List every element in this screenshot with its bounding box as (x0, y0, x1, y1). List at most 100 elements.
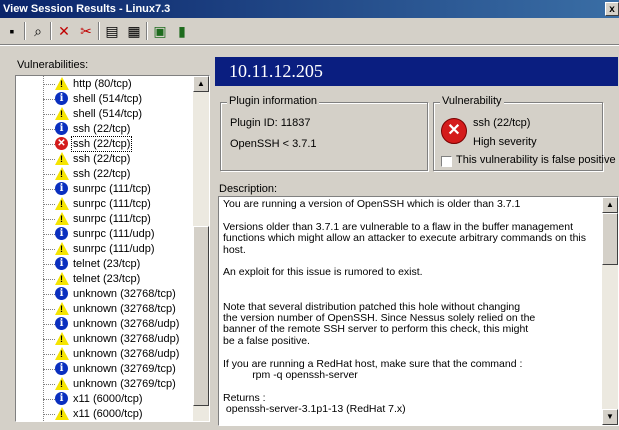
tree-item[interactable]: i sunrpc (111/udp) (16, 226, 194, 242)
vulnerabilities-label: Vulnerabilities: (17, 59, 89, 71)
tree-connector (43, 144, 55, 145)
tree-item-label: unknown (32768/udp) (73, 348, 180, 360)
tree-item[interactable]: ! x11 (6000/tcp) (16, 406, 194, 421)
tree-connector (43, 309, 55, 310)
description-label: Description: (219, 183, 278, 195)
exit-icon[interactable]: ▮ (172, 21, 192, 41)
tree-item-label: unknown (32768/udp) (73, 318, 180, 330)
tree-item[interactable]: i unknown (32768/udp) (16, 316, 194, 332)
scroll-up-button[interactable]: ▲ (193, 76, 209, 92)
tree-connector (43, 189, 55, 190)
tree-item[interactable]: ! sunrpc (111/udp) (16, 241, 194, 257)
tree-item[interactable]: ! telnet (23/tcp) (16, 271, 194, 287)
tree-item-label: unknown (32769/tcp) (73, 363, 176, 375)
window-title: View Session Results - Linux7.3 (3, 3, 171, 15)
export-icon[interactable]: ▣ (150, 21, 170, 41)
tree-connector (43, 174, 55, 175)
vulnerability-severity: High severity (473, 136, 537, 148)
tree-item-label: unknown (32768/tcp) (73, 303, 176, 315)
scroll-down-button[interactable]: ▼ (602, 409, 618, 425)
warning-icon: ! (55, 302, 69, 315)
save-icon[interactable]: ▪ (2, 21, 22, 41)
tree-item-label: sunrpc (111/udp) (73, 243, 155, 255)
toolbar-separator (98, 22, 100, 40)
warning-icon: ! (55, 347, 69, 360)
tree-item-label: shell (514/tcp) (73, 108, 143, 120)
tree-item[interactable]: ! unknown (32768/udp) (16, 331, 194, 347)
tree-item[interactable]: ! unknown (32768/udp) (16, 346, 194, 362)
tree-connector (43, 204, 55, 205)
tree-item[interactable]: i sunrpc (111/tcp) (16, 181, 194, 197)
tree-scrollbar[interactable]: ▲ (193, 76, 209, 421)
find-icon[interactable]: ⌕ (28, 21, 48, 41)
scroll-thumb[interactable] (602, 213, 618, 265)
tree-connector (43, 294, 55, 295)
tree-connector (43, 249, 55, 250)
scroll-thumb[interactable] (193, 226, 209, 406)
scroll-up-button[interactable]: ▲ (602, 197, 618, 213)
tree-item[interactable]: i ssh (22/tcp) (16, 121, 194, 137)
false-positive-label: This vulnerability is false positive (456, 154, 616, 166)
toolbar-separator (50, 22, 52, 40)
tree-item-label: ssh (22/tcp) (73, 123, 131, 135)
tree-item-label: shell (514/tcp) (73, 93, 143, 105)
tree-item-label: x11 (6000/tcp) (73, 408, 143, 420)
tree-item-label: sunrpc (111/tcp) (73, 183, 151, 195)
tree-item[interactable]: ! sunrpc (111/tcp) (16, 196, 194, 212)
tree-item-label: sunrpc (111/tcp) (73, 198, 151, 210)
tree-item[interactable]: i unknown (32769/tcp) (16, 361, 194, 377)
toolbar: ▪ ⌕ ✕ ✂ ▤ ▦ ▣ ▮ (0, 19, 619, 43)
delete-icon[interactable]: ✕ (54, 21, 74, 41)
tree-connector (43, 114, 55, 115)
vulnerability-tree[interactable]: ▲ ! http (80/tcp) i shell (514/tcp)! shell (… (15, 75, 210, 422)
warning-icon: ! (55, 407, 69, 420)
host-address: 10.11.12.205 (229, 61, 323, 81)
error-icon: ✕ (55, 137, 68, 150)
tree-connector (43, 399, 55, 400)
tree-item[interactable]: i x11 (6000/tcp) (16, 391, 194, 407)
warning-icon: ! (55, 152, 69, 165)
tree-item[interactable]: ! sunrpc (111/tcp) (16, 211, 194, 227)
tree-connector (43, 369, 55, 370)
tree-item-label: telnet (23/tcp) (73, 273, 141, 285)
tree-item-label: unknown (32769/tcp) (73, 378, 176, 390)
tree-item[interactable]: ! ssh (22/tcp) (16, 151, 194, 167)
plugin-name: OpenSSH < 3.7.1 (230, 138, 317, 150)
report-icon[interactable]: ▤ (102, 21, 122, 41)
tree-item[interactable]: ! ssh (22/tcp) (16, 166, 194, 182)
tree-item[interactable]: ! unknown (32768/tcp) (16, 301, 194, 317)
tree-item[interactable]: ! unknown (32769/tcp) (16, 376, 194, 392)
tree-connector (43, 264, 55, 265)
tree-connector (43, 324, 55, 325)
false-positive-checkbox[interactable] (441, 156, 452, 167)
description-scrollbar[interactable]: ▲ ▼ (602, 197, 618, 425)
tree-icon[interactable]: ▦ (124, 21, 144, 41)
info-icon: i (55, 92, 68, 105)
tree-connector (43, 384, 55, 385)
description-box[interactable]: You are running a version of OpenSSH whi… (218, 196, 619, 426)
toolbar-separator (24, 22, 26, 40)
tree-item-label: ssh (22/tcp) (73, 168, 131, 180)
tree-item[interactable]: ! http (80/tcp) (16, 76, 194, 92)
vulnerability-legend: Vulnerability (440, 95, 504, 107)
tree-item[interactable]: i shell (514/tcp) (16, 91, 194, 107)
tree-item[interactable]: i telnet (23/tcp) (16, 256, 194, 272)
plugin-info-legend: Plugin information (227, 95, 320, 107)
tree-connector (43, 354, 55, 355)
tree-item-label: x11 (6000/tcp) (73, 393, 143, 405)
tree-item-label: ssh (22/tcp) (73, 153, 131, 165)
tree-item[interactable]: i unknown (32768/tcp) (16, 286, 194, 302)
warning-icon: ! (55, 197, 69, 210)
close-button[interactable]: x (605, 2, 619, 16)
tree-connector (43, 279, 55, 280)
title-bar: View Session Results - Linux7.3 x (0, 0, 619, 18)
warning-icon: ! (55, 167, 69, 180)
tree-item[interactable]: ✕ ssh (22/tcp) (16, 136, 194, 152)
info-icon: i (55, 257, 68, 270)
tree-connector (43, 159, 55, 160)
cut-icon[interactable]: ✂ (76, 21, 96, 41)
warning-icon: ! (55, 212, 69, 225)
tree-item[interactable]: ! shell (514/tcp) (16, 106, 194, 122)
info-icon: i (55, 227, 68, 240)
high-severity-icon: ✕ (441, 118, 467, 144)
